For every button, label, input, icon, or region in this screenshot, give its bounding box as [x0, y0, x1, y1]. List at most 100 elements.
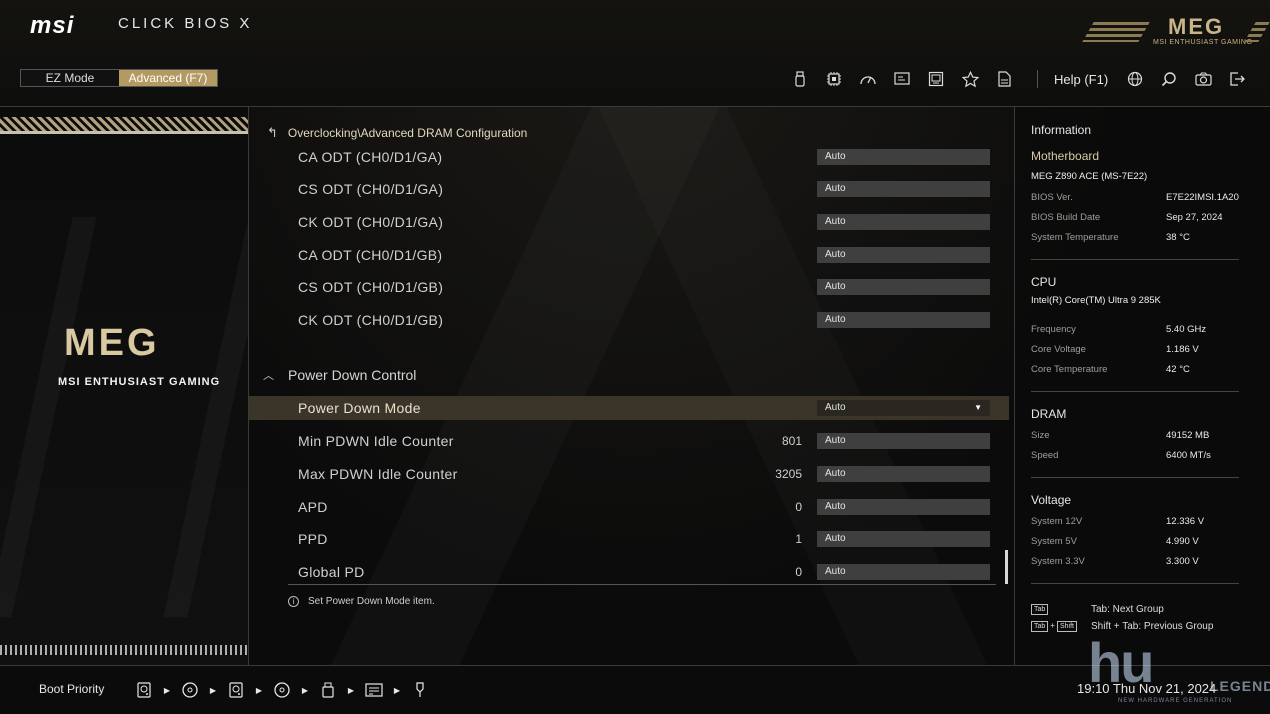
info-key: Speed [1031, 450, 1059, 461]
setting-label: Min PDWN Idle Counter [298, 433, 454, 449]
advanced-mode-button[interactable]: Advanced (F7) [119, 70, 217, 86]
group-header-power-down[interactable]: ︿ Power Down Control [249, 363, 1009, 387]
setting-value-field[interactable]: Auto [817, 312, 990, 328]
boot-order-arrow: ▶ [255, 685, 263, 695]
setting-row-selected[interactable]: Power Down Mode Auto ▼ [249, 396, 1009, 420]
setting-value-field[interactable]: Auto [817, 181, 990, 197]
exit-icon[interactable] [1220, 68, 1254, 90]
info-key: System Temperature [1031, 232, 1119, 243]
watermark-text: LEGEND [1210, 678, 1270, 694]
meg-emblem-text: MSI ENTHUSIAST GAMING [58, 376, 221, 388]
favorite-star-icon[interactable] [953, 68, 987, 90]
setting-row[interactable]: CK ODT (CH0/D1/GA) Auto [249, 210, 1009, 234]
setting-row[interactable]: Max PDWN Idle Counter 3205 Auto [249, 462, 1009, 486]
key-shift: Shift [1056, 621, 1077, 632]
hardware-monitor-icon[interactable] [885, 68, 919, 90]
voltage-heading: Voltage [1031, 493, 1072, 507]
back-arrow-icon[interactable]: ↰ [267, 125, 278, 141]
info-key: Core Temperature [1031, 364, 1108, 375]
info-value: 42 °C [1166, 364, 1190, 375]
setting-value-field[interactable]: Auto [817, 466, 990, 482]
top-bar: msi CLICK BIOS X MEG MSI ENTHUSIAST GAMI… [0, 0, 1270, 107]
info-key: BIOS Ver. [1031, 192, 1073, 203]
setting-value-field[interactable]: Auto [817, 149, 990, 165]
hdd-icon[interactable] [226, 680, 246, 700]
setting-value-field[interactable]: Auto [817, 499, 990, 515]
publisher-watermark: hu LEGEND NEW HARDWARE GENERATION [1088, 630, 1270, 710]
scrollbar-thumb[interactable] [1005, 550, 1008, 584]
setting-value-field[interactable]: Auto [817, 214, 990, 230]
item-help-text: Set Power Down Mode item. [308, 596, 435, 607]
ez-mode-button[interactable]: EZ Mode [21, 70, 119, 86]
mode-switch: EZ Mode Advanced (F7) [20, 69, 218, 87]
cpu-heading: CPU [1031, 275, 1057, 289]
disc-icon[interactable] [180, 680, 200, 700]
setting-label: Max PDWN Idle Counter [298, 466, 458, 482]
shortcut-next-group: Tab Tab: Next Group [1031, 603, 1164, 615]
meg-emblem: MEG MSI ENTHUSIAST GAMING [48, 322, 219, 397]
info-title: Information [1031, 123, 1092, 137]
motherboard-model: MEG Z890 ACE (MS-7E22) [1031, 171, 1148, 182]
setting-row[interactable]: CK ODT (CH0/D1/GB) Auto [249, 308, 1009, 332]
setting-value-field[interactable]: Auto [817, 531, 990, 547]
boot-order-arrow: ▶ [393, 685, 401, 695]
setting-row[interactable]: Min PDWN Idle Counter 801 Auto [249, 429, 1009, 453]
msi-logo: msi [30, 12, 75, 39]
breadcrumb[interactable]: ↰ Overclocking\Advanced DRAM Configurati… [267, 125, 527, 141]
setting-row[interactable]: CS ODT (CH0/D1/GB) Auto [249, 275, 1009, 299]
usb-key-icon[interactable] [410, 680, 430, 700]
info-key: BIOS Build Date [1031, 212, 1101, 223]
info-value: 6400 MT/s [1166, 450, 1211, 461]
hdd-icon[interactable] [134, 680, 154, 700]
network-card-icon[interactable] [364, 680, 384, 700]
setting-current-value: 0 [795, 500, 802, 514]
decorative-chevrons [0, 217, 248, 617]
screenshot-camera-icon[interactable] [1186, 68, 1220, 90]
setting-value-field[interactable]: Auto [817, 564, 990, 580]
dropdown-arrow-icon: ▼ [974, 403, 982, 412]
info-value: Sep 27, 2024 [1166, 212, 1223, 223]
setting-value-field[interactable]: Auto [817, 433, 990, 449]
meg-logo-subtitle: MSI ENTHUSIAST GAMING [1153, 39, 1253, 46]
setting-row[interactable]: CS ODT (CH0/D1/GA) Auto [249, 177, 1009, 201]
usb-icon[interactable] [783, 68, 817, 90]
setting-row[interactable]: APD 0 Auto [249, 495, 1009, 519]
setting-label: Power Down Mode [298, 400, 421, 416]
usb-drive-icon[interactable] [318, 680, 338, 700]
info-divider [1031, 477, 1239, 478]
info-divider [1031, 259, 1239, 260]
setting-label: Global PD [298, 564, 365, 580]
language-globe-icon[interactable] [1118, 68, 1152, 90]
info-key: System 5V [1031, 536, 1077, 547]
gauge-icon[interactable] [851, 68, 885, 90]
setting-current-value: 801 [781, 434, 802, 448]
motherboard-heading: Motherboard [1031, 149, 1100, 163]
search-icon[interactable] [1152, 68, 1186, 90]
chevron-up-icon[interactable]: ︿ [263, 367, 274, 383]
info-value: 12.336 V [1166, 516, 1205, 527]
tab-shift-key-icon: Tab + Shift [1031, 620, 1091, 632]
setting-value-field[interactable]: Auto [817, 247, 990, 263]
top-toolbar: Help (F1) [783, 68, 1254, 90]
memory-icon[interactable] [919, 68, 953, 90]
setting-row[interactable]: CA ODT (CH0/D1/GA) Auto [249, 147, 1009, 169]
toolbar-divider [1037, 70, 1038, 88]
disc-icon[interactable] [272, 680, 292, 700]
information-panel: Information Motherboard MEG Z890 ACE (MS… [1014, 107, 1270, 665]
setting-dropdown[interactable]: Auto ▼ [817, 400, 990, 416]
meg-logo: MEG MSI ENTHUSIAST GAMING [1082, 14, 1270, 48]
setting-row[interactable]: CA ODT (CH0/D1/GB) Auto [249, 243, 1009, 267]
info-key: System 12V [1031, 516, 1083, 527]
help-button[interactable]: Help (F1) [1054, 72, 1108, 87]
meg-logo-word: MEG [1168, 14, 1225, 39]
product-name: CLICK BIOS X [118, 15, 253, 32]
setting-label: CK ODT (CH0/D1/GB) [298, 312, 444, 328]
cpu-icon[interactable] [817, 68, 851, 90]
setting-value-field[interactable]: Auto [817, 279, 990, 295]
setting-row[interactable]: PPD 1 Auto [249, 527, 1009, 551]
setting-label: CA ODT (CH0/D1/GB) [298, 247, 443, 263]
key-tab: Tab [1031, 604, 1049, 615]
document-icon[interactable] [987, 68, 1021, 90]
setting-row[interactable]: Global PD 0 Auto [249, 560, 1009, 584]
info-value: 5.40 GHz [1166, 324, 1207, 335]
